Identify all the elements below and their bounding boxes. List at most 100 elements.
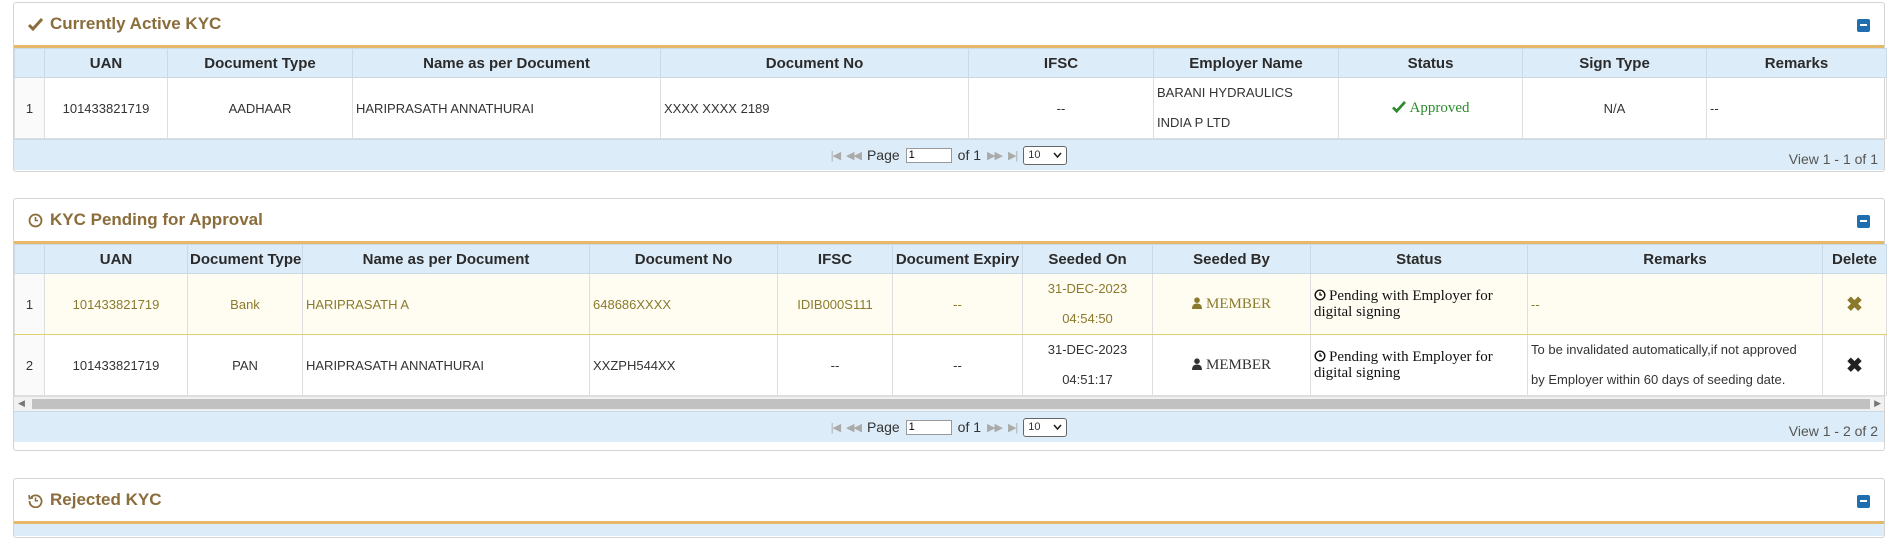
doc-no-cell: 648686XXXX — [589, 273, 778, 335]
last-page-icon[interactable]: ▶| — [1008, 421, 1018, 434]
col-header-name[interactable]: Name as per Document — [352, 48, 661, 78]
page-label: Page — [866, 419, 900, 435]
page-number-input[interactable] — [905, 419, 952, 435]
col-header-remarks[interactable]: Remarks — [1706, 48, 1887, 78]
status-text: Pending with Employer for digital signin… — [1314, 349, 1493, 381]
active-kyc-pager: |◀ ◀◀ Page of 1 ▶▶ ▶| 10 View 1 - 1 of 1 — [14, 139, 1884, 170]
chevron-down-icon — [1053, 424, 1062, 430]
seeded-on-cell: 31-DEC-2023 04:54:50 — [1022, 273, 1153, 335]
status-cell: Approved — [1338, 77, 1523, 139]
ifsc-cell: -- — [777, 334, 893, 396]
col-header-sign-type[interactable]: Sign Type — [1522, 48, 1707, 78]
scroll-right-icon[interactable]: ▶ — [1874, 398, 1881, 409]
rows-per-page-select[interactable]: 10 — [1023, 417, 1068, 437]
delete-icon[interactable]: ✖ — [1846, 294, 1863, 316]
user-icon — [1191, 357, 1202, 370]
col-header-rownum — [14, 244, 45, 274]
next-page-icon[interactable]: ▶▶ — [987, 421, 1003, 434]
pending-kyc-title: KYC Pending for Approval — [26, 210, 263, 230]
first-page-icon[interactable]: |◀ — [831, 149, 841, 162]
col-header-status[interactable]: Status — [1310, 244, 1528, 274]
remarks-line2: by Employer within 60 days of seeding da… — [1531, 372, 1786, 387]
col-header-uan[interactable]: UAN — [44, 244, 188, 274]
col-header-remarks[interactable]: Remarks — [1527, 244, 1823, 274]
col-header-ifsc[interactable]: IFSC — [968, 48, 1154, 78]
rejected-kyc-table-header — [14, 524, 1884, 536]
col-header-delete[interactable]: Delete — [1822, 244, 1887, 274]
ifsc-cell: -- — [968, 77, 1154, 139]
col-header-seeded-by[interactable]: Seeded By — [1152, 244, 1311, 274]
rejected-kyc-header: Rejected KYC — [14, 479, 1884, 524]
seeded-date: 31-DEC-2023 — [1047, 281, 1128, 296]
delete-icon[interactable]: ✖ — [1846, 355, 1863, 377]
rejected-kyc-panel: Rejected KYC — [13, 478, 1885, 538]
table-row[interactable]: 2 101433821719 PAN HARIPRASATH ANNATHURA… — [14, 334, 1887, 396]
name-cell: HARIPRASATH ANNATHURAI — [302, 334, 590, 396]
horizontal-scrollbar[interactable]: ◀ ▶ — [14, 396, 1884, 411]
history-icon — [26, 491, 44, 509]
delete-cell: ✖ — [1822, 273, 1887, 335]
status-text-wrap: Pending with Employer for digital signin… — [1314, 288, 1524, 320]
employer-name-cell: BARANI HYDRAULICS INDIA P LTD — [1153, 77, 1339, 139]
col-header-status[interactable]: Status — [1338, 48, 1523, 78]
col-header-ifsc[interactable]: IFSC — [777, 244, 893, 274]
status-cell: Pending with Employer for digital signin… — [1310, 273, 1528, 335]
seeded-by-text: MEMBER — [1205, 295, 1271, 312]
chevron-down-icon — [1053, 152, 1062, 158]
check-icon — [1391, 100, 1406, 113]
scroll-left-icon[interactable]: ◀ — [18, 398, 25, 409]
view-record-count: View 1 - 2 of 2 — [1788, 423, 1878, 439]
prev-page-icon[interactable]: ◀◀ — [846, 149, 862, 162]
col-header-document-no[interactable]: Document No — [660, 48, 969, 78]
rows-per-page-value: 10 — [1028, 421, 1041, 433]
seeded-on-cell: 31-DEC-2023 04:51:17 — [1022, 334, 1153, 396]
remarks-cell: -- — [1706, 77, 1887, 139]
active-kyc-header-row: UAN Document Type Name as per Document D… — [14, 48, 1887, 78]
rows-per-page-select[interactable]: 10 — [1023, 145, 1068, 165]
doc-type-cell: PAN — [187, 334, 303, 396]
collapse-pending-kyc-button[interactable] — [1857, 215, 1870, 228]
page-number-input[interactable] — [905, 147, 952, 163]
pending-kyc-panel: KYC Pending for Approval UAN Document Ty… — [13, 198, 1887, 451]
uan-cell: 101433821719 — [44, 77, 168, 139]
table-row[interactable]: 1 101433821719 AADHAAR HARIPRASATH ANNAT… — [14, 77, 1887, 139]
seeded-time: 04:54:50 — [1062, 311, 1113, 326]
table-row[interactable]: 1 101433821719 Bank HARIPRASATH A 648686… — [14, 273, 1887, 335]
active-kyc-table: UAN Document Type Name as per Document D… — [14, 48, 1887, 139]
col-header-name[interactable]: Name as per Document — [302, 244, 590, 274]
seeded-by-cell: MEMBER — [1152, 273, 1311, 335]
col-header-document-expiry[interactable]: Document Expiry — [892, 244, 1023, 274]
next-page-icon[interactable]: ▶▶ — [987, 149, 1003, 162]
status-text: Pending with Employer for digital signin… — [1314, 288, 1493, 320]
col-header-seeded-on[interactable]: Seeded On — [1022, 244, 1153, 274]
doc-no-cell: XXXX XXXX 2189 — [660, 77, 969, 139]
col-header-uan[interactable]: UAN — [44, 48, 168, 78]
pending-kyc-header: KYC Pending for Approval — [14, 199, 1884, 244]
uan-cell: 101433821719 — [44, 273, 188, 335]
active-kyc-panel: Currently Active KYC UAN Document Type N… — [13, 2, 1887, 172]
clock-icon — [26, 211, 44, 229]
seeded-by-cell: MEMBER — [1152, 334, 1311, 396]
seeded-by-badge: MEMBER — [1191, 357, 1271, 373]
first-page-icon[interactable]: |◀ — [831, 421, 841, 434]
rows-per-page-value: 10 — [1028, 149, 1041, 161]
seeded-by-badge: MEMBER — [1191, 295, 1271, 312]
col-header-document-type[interactable]: Document Type — [167, 48, 353, 78]
col-header-document-type[interactable]: Document Type — [187, 244, 303, 274]
pending-kyc-title-text: KYC Pending for Approval — [50, 210, 263, 229]
page-count-label: of 1 — [957, 419, 982, 435]
seeded-date: 31-DEC-2023 — [1047, 342, 1128, 357]
last-page-icon[interactable]: ▶| — [1008, 149, 1018, 162]
col-header-document-no[interactable]: Document No — [589, 244, 778, 274]
pending-kyc-table: UAN Document Type Name as per Document D… — [14, 244, 1887, 396]
seeded-time: 04:51:17 — [1062, 372, 1113, 387]
row-number: 1 — [14, 77, 45, 139]
clock-icon — [1314, 289, 1326, 301]
col-header-employer-name[interactable]: Employer Name — [1153, 48, 1339, 78]
rejected-kyc-title: Rejected KYC — [26, 490, 161, 510]
collapse-active-kyc-button[interactable] — [1857, 19, 1870, 32]
collapse-rejected-kyc-button[interactable] — [1857, 495, 1870, 508]
doc-type-cell: Bank — [187, 273, 303, 335]
scrollbar-thumb[interactable] — [32, 399, 1870, 409]
prev-page-icon[interactable]: ◀◀ — [846, 421, 862, 434]
